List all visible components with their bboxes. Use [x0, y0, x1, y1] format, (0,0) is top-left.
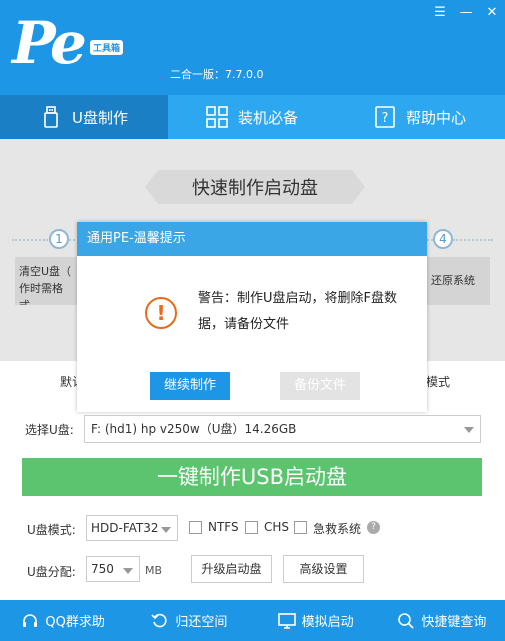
- svg-text:?: ?: [382, 111, 389, 126]
- continue-button[interactable]: 继续制作: [150, 372, 230, 400]
- restore-space-button[interactable]: 归还空间: [126, 600, 252, 641]
- step-1-text: 清空U盘（: [19, 265, 72, 278]
- tab-other-mode[interactable]: 模式: [426, 373, 450, 390]
- monitor-icon: [277, 612, 296, 630]
- step-1-circle: 1: [49, 229, 69, 249]
- advanced-settings-button[interactable]: 高级设置: [283, 555, 364, 583]
- tab-udisk-make[interactable]: U盘制作: [0, 95, 168, 139]
- grid-icon: [206, 106, 228, 128]
- partition-size-select[interactable]: 750: [86, 556, 140, 582]
- search-icon: [397, 612, 415, 630]
- footer-label: QQ群求助: [45, 615, 105, 630]
- step-4-circle: 4: [433, 229, 453, 249]
- ntfs-checkbox[interactable]: [189, 521, 202, 534]
- udisk-mode-select[interactable]: HDD-FAT32: [86, 515, 178, 541]
- chs-checkbox[interactable]: [245, 521, 258, 534]
- make-usb-boot-button[interactable]: 一键制作USB启动盘: [22, 458, 482, 496]
- dialog-title: 通用PE-温馨提示: [77, 222, 427, 256]
- tab-help-center[interactable]: ? 帮助中心: [336, 95, 504, 139]
- simulate-boot-button[interactable]: 模拟启动: [253, 600, 379, 641]
- restore-icon: [151, 612, 169, 630]
- partition-unit: MB: [145, 564, 163, 577]
- shortcut-query-button[interactable]: 快捷键查询: [379, 600, 505, 641]
- pe-logo: Pe 工具箱: [12, 9, 132, 84]
- banner-title: 快速制作启动盘: [145, 170, 365, 204]
- udisk-mode-label: U盘模式:: [27, 523, 76, 537]
- app-header: Pe 工具箱 二合一版：7.7.0.0 ☰ — ✕: [0, 0, 505, 95]
- chs-label: CHS: [264, 520, 290, 534]
- footer-label: 模拟启动: [301, 615, 354, 630]
- select-udisk-label: 选择U盘:: [25, 423, 74, 437]
- step-1-text: 作时需格式: [19, 282, 63, 305]
- help-doc-icon: ?: [374, 106, 396, 128]
- main-tabs: U盘制作 装机必备 ? 帮助中心: [0, 95, 505, 139]
- tab-label: U盘制作: [72, 108, 128, 127]
- partition-label: U盘分配:: [27, 565, 76, 579]
- udisk-select[interactable]: F: (hd1) hp v250w（U盘）14.26GB: [84, 415, 481, 443]
- menu-icon[interactable]: ☰: [431, 5, 449, 21]
- step-connector: [453, 239, 493, 241]
- rescue-system-label: 急救系统: [313, 522, 362, 536]
- dialog-message: 警告：制作U盘启动，将删除F盘数据，请备份文件: [198, 291, 397, 332]
- chevron-down-icon: [161, 527, 171, 533]
- minimize-icon[interactable]: —: [457, 5, 475, 21]
- headset-icon: [21, 612, 39, 630]
- logo-text: Pe: [12, 9, 87, 77]
- chevron-down-icon: [123, 568, 133, 574]
- qq-group-help-button[interactable]: QQ群求助: [0, 600, 126, 641]
- close-icon[interactable]: ✕: [483, 5, 501, 21]
- footer-label: 快捷键查询: [421, 615, 487, 630]
- backup-button[interactable]: 备份文件: [280, 372, 360, 400]
- version-label: 二合一版：7.7.0.0: [170, 68, 264, 81]
- warning-dialog: 通用PE-温馨提示 ! 警告：制作U盘启动，将删除F盘数据，请备份文件 继续制作…: [77, 222, 427, 412]
- logo-badge: 工具箱: [90, 40, 124, 55]
- tab-label: 装机必备: [237, 108, 298, 127]
- tab-install-essentials[interactable]: 装机必备: [168, 95, 336, 139]
- footer-label: 归还空间: [175, 615, 228, 630]
- step-1-box: 清空U盘（ 作时需格式: [15, 257, 77, 305]
- udisk-select-value: F: (hd1) hp v250w（U盘）14.26GB: [91, 422, 297, 436]
- tab-label: 帮助中心: [405, 108, 466, 127]
- footer-bar: QQ群求助 归还空间 模拟启动 快捷键查询: [0, 600, 505, 641]
- step-4-text: 还原系统: [431, 274, 475, 287]
- ntfs-label: NTFS: [208, 520, 239, 534]
- usb-icon: [40, 106, 62, 128]
- help-icon[interactable]: ?: [367, 521, 380, 534]
- chevron-down-icon: [464, 427, 474, 433]
- upgrade-boot-button[interactable]: 升级启动盘: [191, 555, 272, 583]
- warning-icon: !: [145, 297, 177, 329]
- step-connector: [12, 239, 48, 241]
- step-4-box: 还原系统: [427, 257, 490, 305]
- partition-size-value: 750: [91, 562, 114, 576]
- rescue-system-checkbox[interactable]: [294, 521, 307, 534]
- udisk-mode-value: HDD-FAT32: [91, 521, 159, 535]
